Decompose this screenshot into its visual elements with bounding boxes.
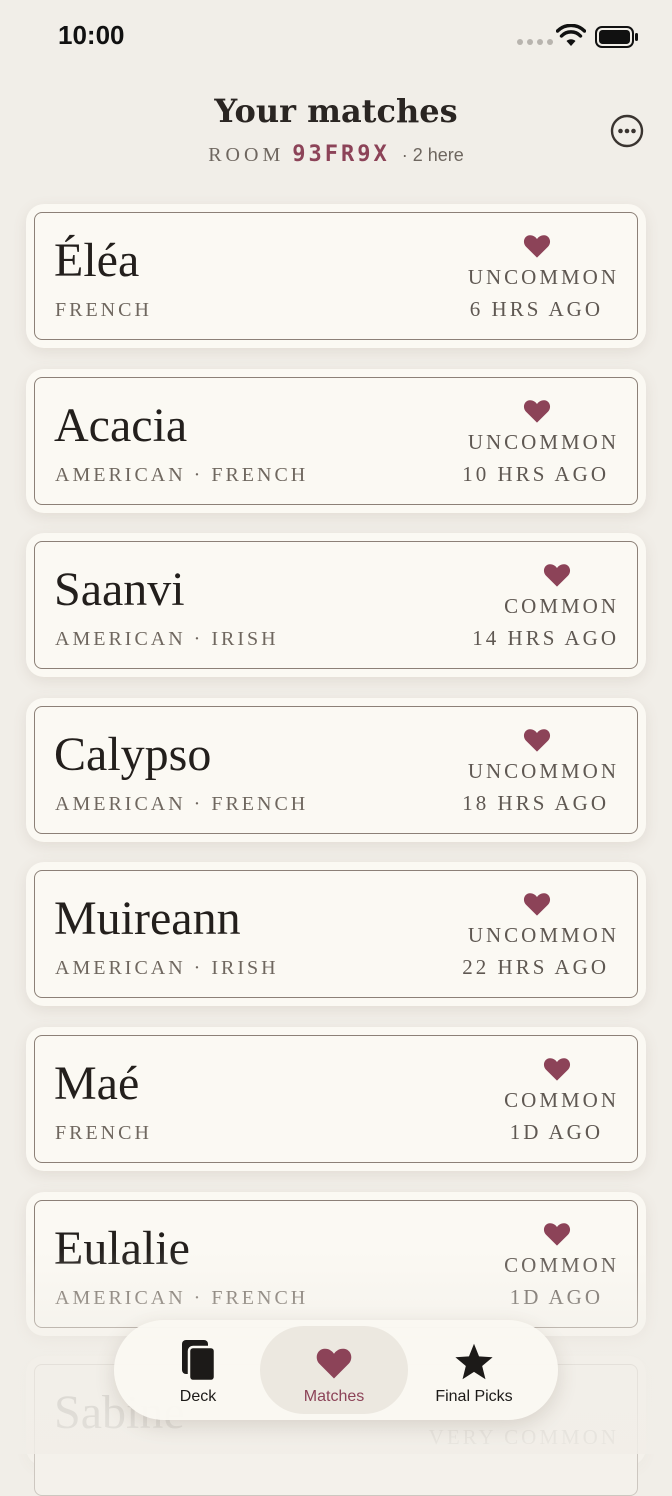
heart-icon [543,1223,571,1246]
match-origin: FRENCH [55,299,152,321]
match-time: 14 HRS AGO [472,626,619,650]
tab-label: Final Picks [435,1388,513,1405]
heart-icon [316,1348,352,1379]
tab-label: Matches [303,1388,365,1405]
match-card[interactable]: Saanvi AMERICAN · IRISH COMMON 14 HRS AG… [26,533,646,677]
cards-icon [182,1340,217,1383]
match-name: Calypso [54,728,212,781]
room-label: ROOM [208,144,285,166]
room-presence: · 2 here [401,145,464,165]
match-rarity: COMMON [504,594,619,618]
match-time: 1D AGO [509,1120,603,1144]
match-name: Eulalie [54,1222,190,1275]
header: Your matches ROOM 93FR9X · 2 here [0,90,672,180]
match-time: 1D AGO [509,1285,603,1309]
match-time: 18 HRS AGO [462,791,609,815]
heart-icon [543,1058,571,1081]
heart-icon [523,729,551,752]
match-rarity: COMMON [504,1088,619,1112]
match-rarity: UNCOMMON [467,430,619,454]
match-time: 6 HRS AGO [469,297,603,321]
battery-icon [595,26,638,48]
match-card[interactable]: Eulalie AMERICAN · FRENCH COMMON 1D AGO [26,1192,646,1336]
match-rarity: COMMON [504,1253,619,1277]
match-name: Muireann [54,892,241,945]
match-origin: AMERICAN · IRISH [55,957,279,979]
match-origin: AMERICAN · FRENCH [55,1287,309,1309]
match-card[interactable]: Acacia AMERICAN · FRENCH UNCOMMON 10 HRS… [26,369,646,513]
match-rarity: UNCOMMON [467,923,619,947]
more-options-button[interactable] [610,114,644,148]
star-icon [455,1343,493,1380]
room-info: ROOM 93FR9X · 2 here [0,142,672,167]
match-time: 22 HRS AGO [462,955,609,979]
page-title: Your matches [214,92,458,130]
match-name: Saanvi [54,563,185,616]
match-origin: FRENCH [55,1122,152,1144]
heart-icon [523,893,551,916]
cellular-signal-icon [517,39,553,45]
match-origin: AMERICAN · IRISH [55,628,279,650]
tab-final-picks[interactable]: Final Picks [400,1326,548,1414]
heart-icon [543,564,571,587]
match-time: 10 HRS AGO [462,462,609,486]
match-origin: AMERICAN · FRENCH [55,793,309,815]
match-card[interactable]: Éléa FRENCH UNCOMMON 6 HRS AGO [26,204,646,348]
heart-icon [523,235,551,258]
tab-bar: Deck Matches Final Picks [114,1320,558,1420]
match-name: Maé [54,1057,140,1110]
tab-label: Deck [179,1388,217,1405]
status-bar: 10:00 [0,0,672,72]
match-name: Acacia [54,399,188,452]
wifi-icon [556,24,586,46]
match-rarity: VERY COMMON [428,1425,619,1449]
match-card[interactable]: Maé FRENCH COMMON 1D AGO [26,1027,646,1171]
match-origin: AMERICAN · FRENCH [55,464,309,486]
match-card[interactable]: Muireann AMERICAN · IRISH UNCOMMON 22 HR… [26,862,646,1006]
heart-icon [523,400,551,423]
room-code[interactable]: 93FR9X [292,142,389,167]
match-rarity: UNCOMMON [467,759,619,783]
match-name: Éléa [54,234,140,287]
status-time: 10:00 [58,20,125,50]
match-rarity: UNCOMMON [467,265,619,289]
tab-matches[interactable]: Matches [260,1326,408,1414]
tab-deck[interactable]: Deck [124,1326,272,1414]
match-card[interactable]: Calypso AMERICAN · FRENCH UNCOMMON 18 HR… [26,698,646,842]
